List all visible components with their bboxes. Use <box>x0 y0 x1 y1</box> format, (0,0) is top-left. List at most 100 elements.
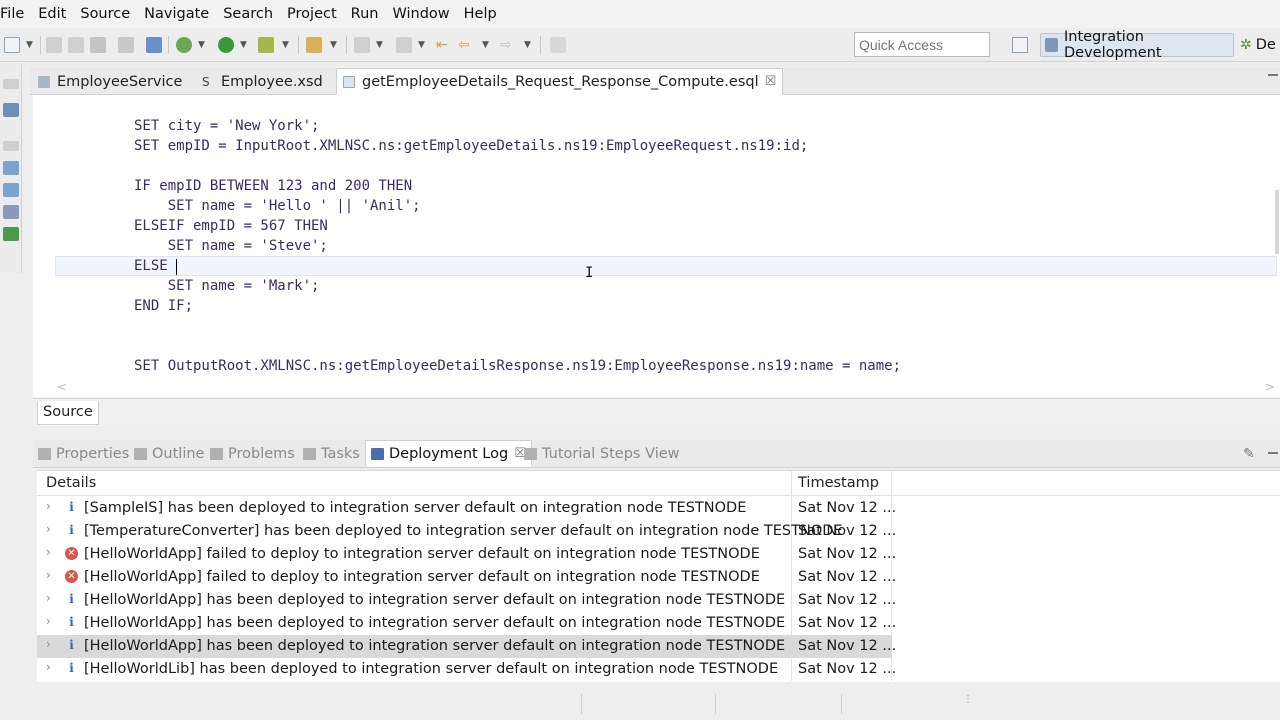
menu-help[interactable]: Help <box>458 0 505 28</box>
table-row[interactable]: › i [HelloWorldApp] has been deployed to… <box>37 635 896 658</box>
debug-icon[interactable] <box>176 37 192 53</box>
forward-icon[interactable]: ⇨ <box>500 37 516 53</box>
row-timestamp: Sat Nov 12 ... <box>798 569 897 585</box>
print-icon[interactable] <box>90 37 106 53</box>
table-row[interactable]: › ✕ [HelloWorldApp] failed to deploy to … <box>37 543 896 566</box>
clear-log-icon[interactable]: ✎ <box>1243 446 1255 462</box>
minimize-icon[interactable] <box>1268 452 1278 454</box>
column-header-details[interactable]: Details <box>46 471 96 496</box>
back-dropdown-icon[interactable]: ▼ <box>482 40 489 50</box>
tab-tasks[interactable]: Tasks <box>303 440 360 467</box>
pen-icon[interactable] <box>306 37 322 53</box>
table-row[interactable]: › ✕ [HelloWorldApp] failed to deploy to … <box>37 566 896 589</box>
perspective-label: Integration Development <box>1063 29 1162 61</box>
expand-chevron-icon[interactable]: › <box>46 522 51 536</box>
status-divider <box>581 694 582 714</box>
quick-access-input[interactable] <box>854 32 990 57</box>
tab-employee-xsd[interactable]: S Employee.xsd <box>202 68 323 95</box>
external-tools-icon[interactable] <box>258 37 274 53</box>
tab-deployment-log[interactable]: Deployment Log ☒ <box>365 440 532 467</box>
tab-label: Employee.xsd <box>221 73 323 90</box>
run-dropdown-icon[interactable]: ▼ <box>240 40 247 50</box>
code-line: ELSE <box>134 258 168 274</box>
integration-nodes-icon[interactable] <box>3 183 19 197</box>
next-annotation-icon[interactable] <box>354 37 370 53</box>
tab-tutorial-steps-view[interactable]: Tutorial Steps View <box>524 440 680 467</box>
bottom-panel-tab-bar: Properties Outline Problems Tasks Deploy… <box>33 440 1280 468</box>
run-icon[interactable] <box>218 37 234 53</box>
table-row[interactable]: › i [SampleIS] has been deployed to inte… <box>37 497 896 520</box>
code-line: SET city = 'New York'; <box>134 118 320 134</box>
tab-label: EmployeeService <box>57 73 183 90</box>
expand-chevron-icon[interactable]: › <box>46 545 51 559</box>
debug-dropdown-icon[interactable]: ▼ <box>198 40 205 50</box>
deploy-icon[interactable] <box>118 37 134 53</box>
scroll-right-icon[interactable]: > <box>1265 380 1275 394</box>
restore-icon[interactable] <box>3 141 19 151</box>
menu-search[interactable]: Search <box>217 0 281 28</box>
expand-chevron-icon[interactable]: › <box>46 614 51 628</box>
new-dropdown-icon[interactable]: ▼ <box>26 40 33 50</box>
open-perspective-grid-icon[interactable] <box>146 37 162 53</box>
application-explorer-icon[interactable] <box>3 103 19 117</box>
debug-perspective-icon: ✲ <box>1240 37 1252 53</box>
menu-project[interactable]: Project <box>281 0 345 28</box>
table-row[interactable]: › i [TemperatureConverter] has been depl… <box>37 520 896 543</box>
expand-chevron-icon[interactable]: › <box>46 660 51 674</box>
tab-properties[interactable]: Properties <box>38 440 129 467</box>
perspective-integration-development[interactable]: Integration Development <box>1040 29 1234 61</box>
patterns-icon[interactable] <box>3 205 19 219</box>
i-beam-cursor-icon: I <box>585 265 594 281</box>
expand-chevron-icon[interactable]: › <box>46 591 51 605</box>
menu-file[interactable]: File <box>0 0 32 28</box>
external-tools-dropdown-icon[interactable]: ▼ <box>282 40 289 50</box>
last-edit-location-icon[interactable]: ⇤ <box>436 37 452 53</box>
next-annotation-dropdown-icon[interactable]: ▼ <box>376 40 383 50</box>
expand-chevron-icon[interactable]: › <box>46 568 51 582</box>
tab-get-employee-details-esql[interactable]: getEmployeeDetails_Request_Response_Comp… <box>336 68 784 95</box>
minimize-icon[interactable] <box>1268 74 1278 76</box>
close-icon[interactable]: ☒ <box>765 74 777 89</box>
info-icon: i <box>69 615 74 629</box>
new-icon[interactable] <box>4 37 20 53</box>
table-row[interactable]: › i [HelloWorldApp] has been deployed to… <box>37 589 896 612</box>
tab-employee-service[interactable]: EmployeeService <box>38 68 182 95</box>
expand-chevron-icon[interactable]: › <box>46 637 51 651</box>
save-icon[interactable] <box>46 37 62 53</box>
previous-annotation-dropdown-icon[interactable]: ▼ <box>418 40 425 50</box>
open-perspective-icon[interactable] <box>1012 37 1028 53</box>
save-all-icon[interactable] <box>68 37 84 53</box>
scroll-left-icon[interactable]: < <box>57 380 67 394</box>
status-grip-icon[interactable]: ⋮ <box>963 695 973 705</box>
previous-annotation-icon[interactable] <box>396 37 412 53</box>
menu-edit[interactable]: Edit <box>32 0 74 28</box>
vertical-scrollbar-thumb[interactable] <box>1275 190 1279 254</box>
tab-label: Properties <box>56 445 130 462</box>
expand-chevron-icon[interactable]: › <box>46 499 51 513</box>
row-details: [HelloWorldApp] has been deployed to int… <box>84 615 786 631</box>
broker-view-icon[interactable] <box>3 161 19 175</box>
pen-dropdown-icon[interactable]: ▼ <box>330 40 337 50</box>
table-row[interactable]: › i [HelloWorldLib] has been deployed to… <box>37 658 896 681</box>
table-row[interactable]: › i [HelloWorldApp] has been deployed to… <box>37 612 896 635</box>
back-icon[interactable]: ⇦ <box>458 37 474 53</box>
menu-run[interactable]: Run <box>345 0 387 28</box>
restore-icon[interactable] <box>3 79 19 89</box>
horizontal-scrollbar[interactable]: < > <box>55 380 1278 396</box>
tab-outline[interactable]: Outline <box>134 440 204 467</box>
esql-editor[interactable]: SET city = 'New York'; SET empID = Input… <box>33 95 1280 397</box>
menu-navigate[interactable]: Navigate <box>138 0 217 28</box>
menu-window[interactable]: Window <box>386 0 457 28</box>
menu-source[interactable]: Source <box>74 0 138 28</box>
tab-problems[interactable]: Problems <box>210 440 295 467</box>
perspective-debug[interactable]: ✲ De <box>1240 33 1276 57</box>
data-design-icon[interactable] <box>3 227 19 241</box>
forward-dropdown-icon[interactable]: ▼ <box>524 40 531 50</box>
row-details: [HelloWorldApp] failed to deploy to inte… <box>84 569 760 585</box>
row-details: [TemperatureConverter] has been deployed… <box>84 523 843 539</box>
row-details: [HelloWorldApp] failed to deploy to inte… <box>84 546 760 562</box>
tab-source[interactable]: Source <box>37 401 99 425</box>
table-header: Details Timestamp <box>37 471 1280 496</box>
column-header-timestamp[interactable]: Timestamp <box>798 471 879 496</box>
pin-editor-icon[interactable] <box>550 37 566 53</box>
